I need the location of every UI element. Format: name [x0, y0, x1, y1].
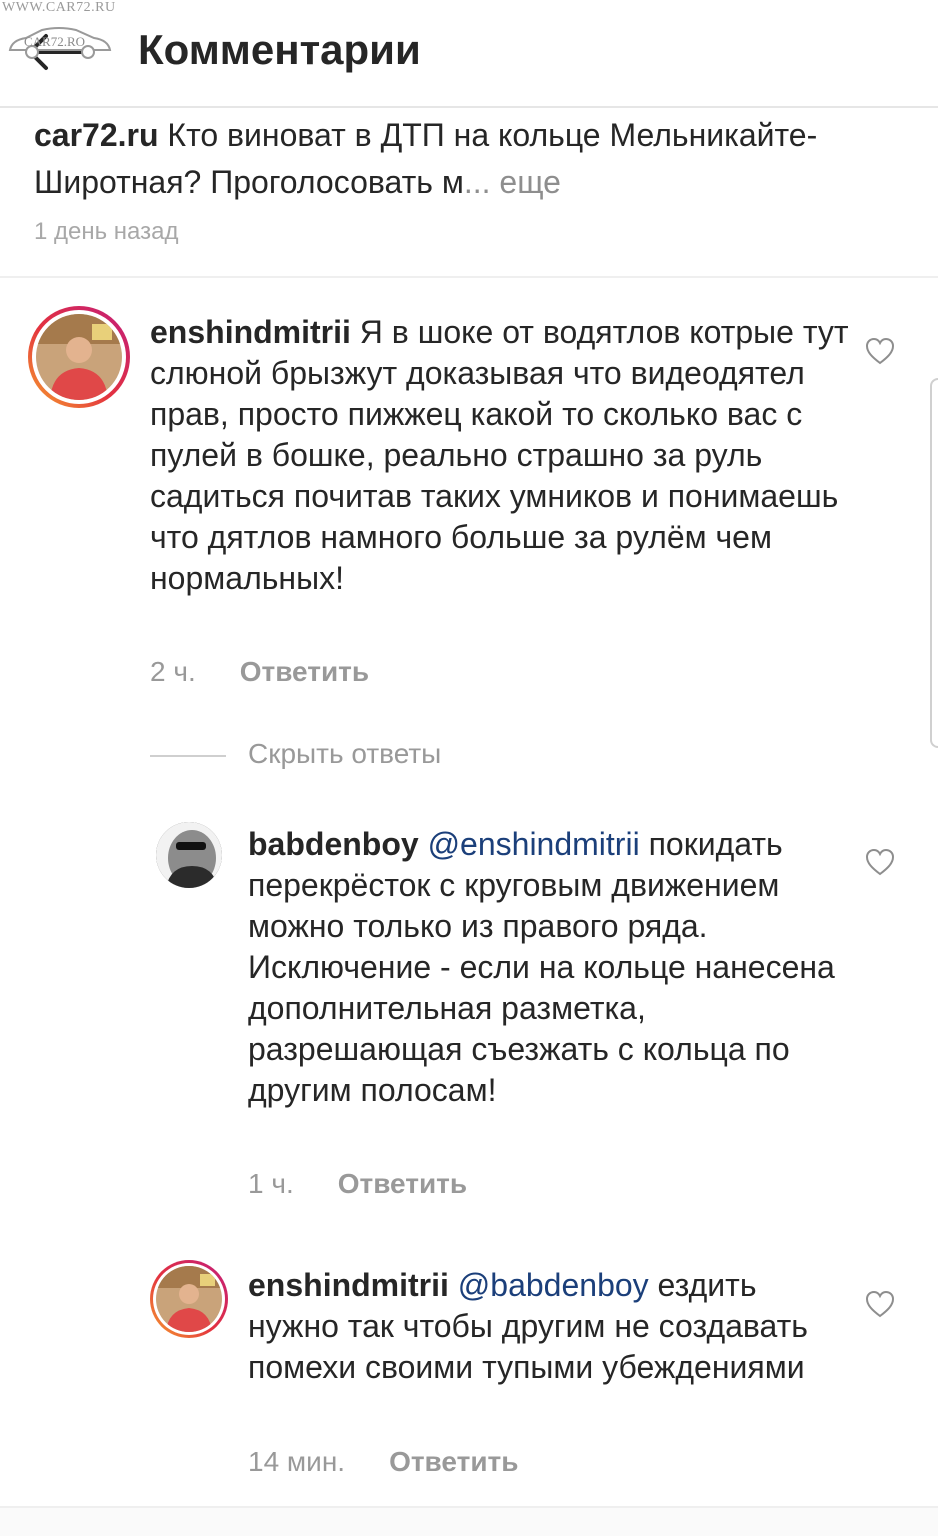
reply-body: babdenboy @enshindmitrii покидать перекр… [248, 824, 848, 1111]
mention-link[interactable]: @babdenboy [458, 1267, 649, 1303]
reply-time: 1 ч. [248, 1168, 294, 1199]
post-caption: car72.ru Кто виноват в ДТП на кольце Мел… [34, 112, 894, 206]
reply-username[interactable]: babdenboy [248, 826, 419, 862]
comment-text: Я в шоке от водятлов котрые тут слюной б… [150, 314, 849, 596]
heart-outline-icon[interactable] [865, 1290, 895, 1318]
caption-ellipsis: ... [463, 164, 491, 200]
page-title: Комментарии [138, 26, 421, 73]
reply-button[interactable]: Ответить [389, 1446, 518, 1477]
hide-replies-button[interactable]: Скрыть ответы [150, 738, 441, 770]
reply-body: enshindmitrii @babdenboy ездить нужно та… [248, 1265, 848, 1388]
avatar[interactable] [156, 822, 222, 888]
divider [0, 276, 938, 278]
reply-time: 14 мин. [248, 1446, 346, 1477]
svg-text:CAR72.RO: CAR72.RO [24, 34, 85, 49]
caption-username[interactable]: car72.ru [34, 117, 159, 153]
heart-outline-icon[interactable] [865, 848, 895, 876]
avatar-photo [156, 1266, 222, 1332]
comment-input-bar[interactable] [0, 1508, 938, 1536]
scrollbar[interactable] [930, 378, 938, 748]
avatar-photo [36, 314, 122, 400]
caption-timestamp: 1 день назад [34, 218, 179, 245]
heart-outline-icon[interactable] [865, 337, 895, 365]
reply-username[interactable]: enshindmitrii [248, 1267, 449, 1303]
comment-body: enshindmitrii Я в шоке от водятлов котры… [150, 312, 850, 599]
reply-button[interactable]: Ответить [240, 656, 369, 687]
reply-text: покидать перекрёсток с круговым движение… [248, 826, 835, 1108]
avatar-photo [156, 822, 222, 888]
comment-meta: 2 ч. Ответить [150, 656, 369, 688]
avatar[interactable] [150, 1260, 228, 1338]
car-logo-watermark: CAR72.RO [8, 27, 112, 59]
hide-replies-label: Скрыть ответы [248, 738, 442, 769]
comment-time: 2 ч. [150, 656, 196, 687]
reply-meta: 14 мин. Ответить [248, 1446, 518, 1478]
comment-username[interactable]: enshindmitrii [150, 314, 351, 350]
watermark-url: WWW.CAR72.RU [2, 0, 116, 15]
reply-button[interactable]: Ответить [338, 1168, 467, 1199]
avatar[interactable] [28, 306, 130, 408]
divider-line [150, 754, 226, 757]
reply-meta: 1 ч. Ответить [248, 1168, 467, 1200]
more-link[interactable]: еще [499, 164, 561, 200]
top-bar: Комментарии [0, 0, 938, 108]
mention-link[interactable]: @enshindmitrii [428, 826, 640, 862]
